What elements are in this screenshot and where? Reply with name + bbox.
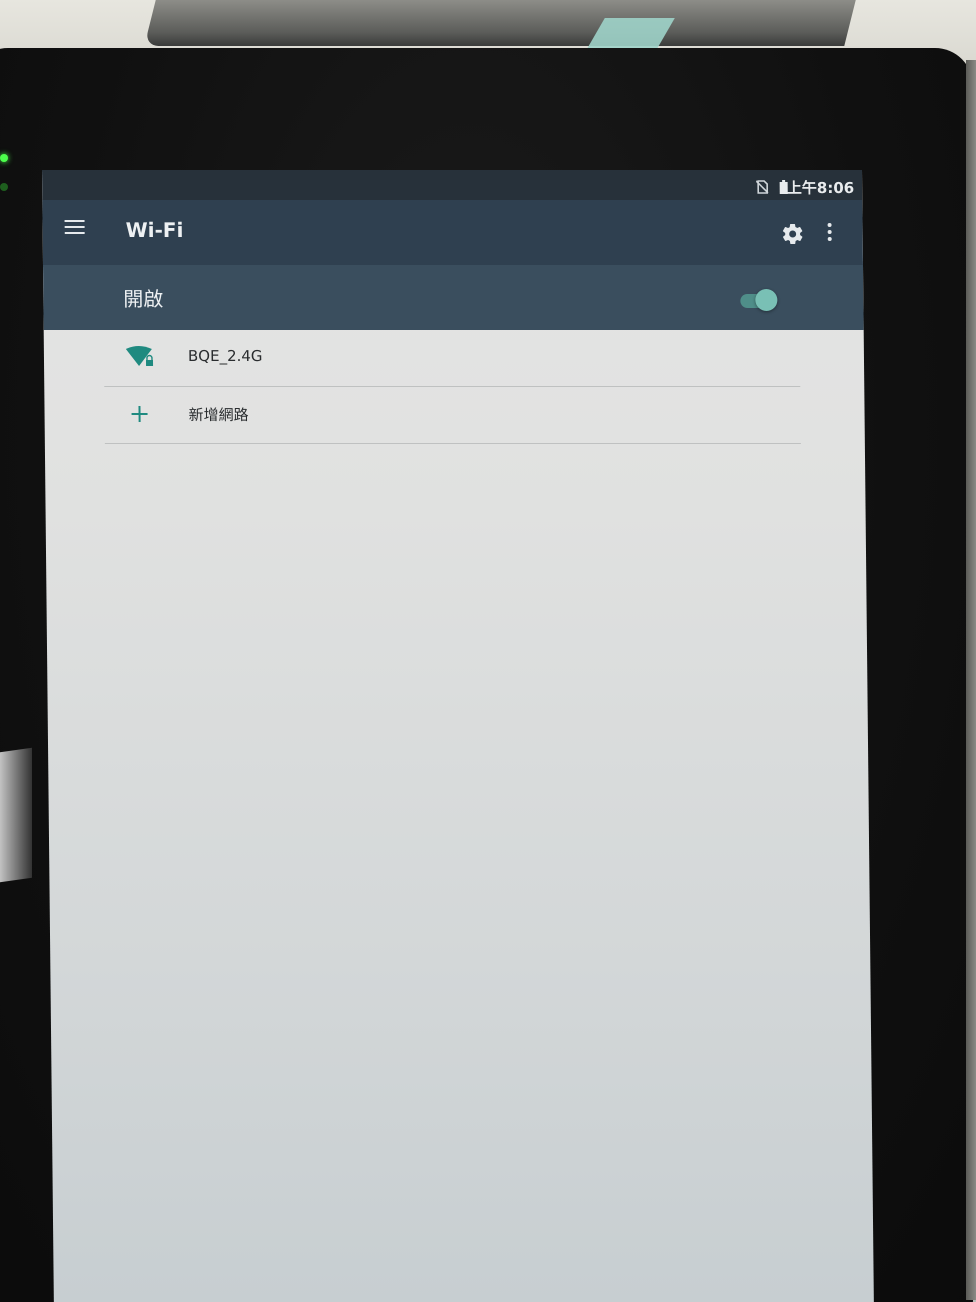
status-bar: 上午8:06	[42, 170, 863, 200]
wifi-lock-icon	[125, 346, 156, 370]
add-network-item[interactable]: 新增網路	[104, 387, 801, 444]
light-glare	[0, 747, 32, 883]
wifi-toggle[interactable]	[740, 289, 778, 311]
plus-icon	[126, 403, 156, 427]
no-sim-icon	[755, 179, 769, 198]
device-screen: 上午8:06 Wi-Fi 開啟 BQE_2.4G 新增網路	[42, 170, 874, 1302]
front-sensor-led	[0, 154, 8, 162]
desk-object	[144, 0, 856, 46]
toggle-thumb	[755, 289, 778, 311]
status-time: 上午8:06	[786, 179, 855, 197]
add-network-label: 新增網路	[188, 406, 249, 424]
gear-icon[interactable]	[781, 222, 807, 248]
app-toolbar: Wi-Fi	[42, 200, 863, 265]
network-item-bqe[interactable]: BQE_2.4G	[103, 330, 801, 387]
page-title: Wi-Fi	[125, 218, 184, 242]
hamburger-menu-icon[interactable]	[64, 220, 97, 246]
wifi-master-switch-bar[interactable]: 開啟	[42, 265, 864, 330]
network-ssid: BQE_2.4G	[187, 347, 263, 365]
front-sensor	[0, 183, 8, 191]
more-vert-icon[interactable]	[827, 222, 841, 248]
wifi-switch-label: 開啟	[123, 287, 164, 311]
wifi-network-list: BQE_2.4G 新增網路	[103, 330, 801, 444]
tablet-edge	[966, 60, 976, 1300]
